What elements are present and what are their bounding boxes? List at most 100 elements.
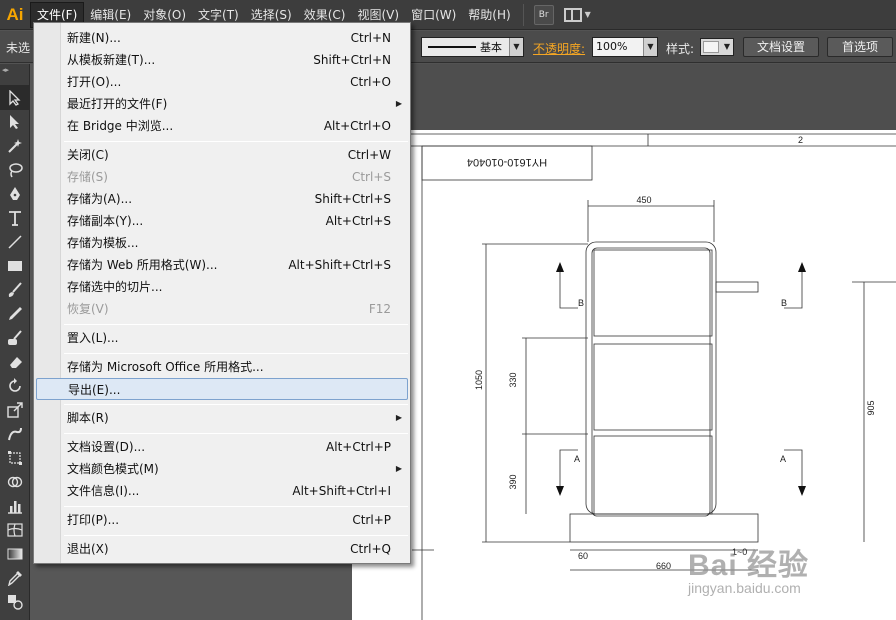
blend-tool-icon[interactable] [0, 590, 30, 614]
chevron-down-icon[interactable]: ▼ [509, 38, 523, 56]
arrange-documents-button[interactable]: ▼ [563, 7, 591, 22]
direct-selection-tool-icon[interactable] [0, 110, 30, 134]
opacity-field[interactable]: 100% ▼ [592, 37, 658, 57]
menu-item-save-selected-slices[interactable]: 存储选中的切片... [36, 276, 408, 298]
tools-panel: ◂▸ [0, 64, 30, 620]
document-setup-button[interactable]: 文档设置 [743, 37, 819, 57]
menu-item-label: 在 Bridge 中浏览... [67, 119, 174, 133]
menu-separator [64, 433, 408, 434]
shape-builder-tool-icon[interactable] [0, 470, 30, 494]
arrow-head [556, 486, 564, 496]
menu-item-print[interactable]: 打印(P)... Ctrl+P [36, 509, 408, 531]
document-area [352, 64, 896, 130]
menu-separator [64, 506, 408, 507]
menu-item-label: 打印(P)... [67, 513, 120, 527]
menu-item-file-info[interactable]: 文件信息(I)... Alt+Shift+Ctrl+I [36, 480, 408, 502]
menu-item-new[interactable]: 新建(N)... Ctrl+N [36, 27, 408, 49]
menu-item-export[interactable]: 导出(E)... [36, 378, 408, 400]
ruler-label: 2 [798, 135, 803, 145]
magic-wand-tool-icon[interactable] [0, 134, 30, 158]
menu-item-close[interactable]: 关闭(C) Ctrl+W [36, 144, 408, 166]
blob-brush-tool-icon[interactable] [0, 326, 30, 350]
menu-item-label: 退出(X) [67, 542, 109, 556]
menu-item-document-setup[interactable]: 文档设置(D)... Alt+Ctrl+P [36, 436, 408, 458]
menu-item-open-recent[interactable]: 最近打开的文件(F) ▶ [36, 93, 408, 115]
submenu-arrow-icon: ▶ [395, 464, 402, 473]
section-label-b-right: B [781, 298, 787, 308]
section-marker-a-right [784, 449, 803, 490]
panel-grip[interactable]: ◂▸ [0, 64, 29, 86]
menu-item-label: 存储为模板... [67, 236, 139, 250]
rectangle-tool-icon[interactable] [0, 254, 30, 278]
mesh-tool-icon[interactable] [0, 518, 30, 542]
menu-item-save-as[interactable]: 存储为(A)... Shift+Ctrl+S [36, 188, 408, 210]
menu-item-exit[interactable]: 退出(X) Ctrl+Q [36, 538, 408, 560]
menu-item-shortcut: Ctrl+N [350, 31, 391, 45]
selection-tool-icon[interactable] [0, 86, 30, 110]
menu-window[interactable]: 窗口(W) [405, 0, 462, 30]
menu-item-browse-in-bridge[interactable]: 在 Bridge 中浏览... Alt+Ctrl+O [36, 115, 408, 137]
menu-item-scripts[interactable]: 脚本(R) ▶ [36, 407, 408, 429]
stroke-line-preview [428, 46, 476, 48]
menu-separator [64, 535, 408, 536]
scale-tool-icon[interactable] [0, 398, 30, 422]
menu-item-place[interactable]: 置入(L)... [36, 327, 408, 349]
chevron-down-icon: ▼ [723, 42, 731, 51]
opacity-label[interactable]: 不透明度: [533, 40, 585, 57]
paintbrush-tool-icon[interactable] [0, 278, 30, 302]
menu-item-save-for-office[interactable]: 存储为 Microsoft Office 所用格式... [36, 356, 408, 378]
menu-item-shortcut: Alt+Ctrl+S [325, 214, 391, 228]
arrow-head [556, 262, 564, 272]
drawing-title: HY1610-010404 [467, 156, 547, 168]
arrow-head [798, 262, 806, 272]
rack-base [569, 513, 759, 543]
menu-item-label: 存储为 Microsoft Office 所用格式... [67, 360, 264, 374]
dim-label-total-height: 1050 [474, 370, 484, 390]
menu-item-new-from-template[interactable]: 从模板新建(T)... Shift+Ctrl+N [36, 49, 408, 71]
menu-item-label: 存储(S) [67, 170, 108, 184]
artboard[interactable]: 2 HY1610-010404 450 1050 330 390 905 60 … [352, 130, 896, 620]
menu-item-save-for-web[interactable]: 存储为 Web 所用格式(W)... Alt+Shift+Ctrl+S [36, 254, 408, 276]
rack-panel-top [593, 249, 713, 337]
menu-item-shortcut: Alt+Ctrl+P [326, 440, 391, 454]
line-tool-icon[interactable] [0, 230, 30, 254]
bridge-button[interactable]: Br [533, 4, 554, 25]
type-tool-icon[interactable] [0, 206, 30, 230]
menu-item-shortcut: Ctrl+W [347, 148, 391, 162]
menu-help[interactable]: 帮助(H) [462, 0, 516, 30]
layout-icon [563, 7, 582, 22]
menu-item-save-as-template[interactable]: 存储为模板... [36, 232, 408, 254]
pen-tool-icon[interactable] [0, 182, 30, 206]
rack-handle [715, 281, 759, 293]
chevron-down-icon[interactable]: ▼ [643, 38, 657, 56]
menu-item-label: 文档设置(D)... [67, 440, 146, 454]
rotate-tool-icon[interactable] [0, 374, 30, 398]
submenu-arrow-icon: ▶ [395, 413, 402, 422]
submenu-arrow-icon: ▶ [395, 99, 402, 108]
pencil-tool-icon[interactable] [0, 302, 30, 326]
section-label-a-left: A [574, 454, 580, 464]
graphic-style-picker[interactable]: ▼ [700, 38, 734, 56]
preferences-button[interactable]: 首选项 [827, 37, 893, 57]
menu-item-open[interactable]: 打开(O)... Ctrl+O [36, 71, 408, 93]
technical-drawing: 2 HY1610-010404 450 1050 330 390 905 60 … [352, 133, 896, 620]
warp-tool-icon[interactable] [0, 422, 30, 446]
dim-label-top-width: 450 [636, 195, 651, 205]
stroke-profile-select[interactable]: 基本 ▼ [421, 37, 524, 57]
menu-item-label: 打开(O)... [67, 75, 122, 89]
menu-item-label: 置入(L)... [67, 331, 119, 345]
app-logo: Ai [6, 4, 24, 24]
menu-item-label: 存储为(A)... [67, 192, 133, 206]
free-transform-tool-icon[interactable] [0, 446, 30, 470]
eraser-tool-icon[interactable] [0, 350, 30, 374]
eyedropper-tool-icon[interactable] [0, 566, 30, 590]
style-label: 样式: [666, 42, 695, 56]
gradient-tool-icon[interactable] [0, 542, 30, 566]
menu-item-label: 从模板新建(T)... [67, 53, 156, 67]
menu-item-save-copy[interactable]: 存储副本(Y)... Alt+Ctrl+S [36, 210, 408, 232]
graph-tool-icon[interactable] [0, 494, 30, 518]
menu-item-document-color-mode[interactable]: 文档颜色模式(M) ▶ [36, 458, 408, 480]
lasso-tool-icon[interactable] [0, 158, 30, 182]
menu-item-shortcut: Alt+Ctrl+O [323, 119, 391, 133]
file-menu-dropdown: 新建(N)... Ctrl+N 从模板新建(T)... Shift+Ctrl+N… [33, 22, 411, 564]
